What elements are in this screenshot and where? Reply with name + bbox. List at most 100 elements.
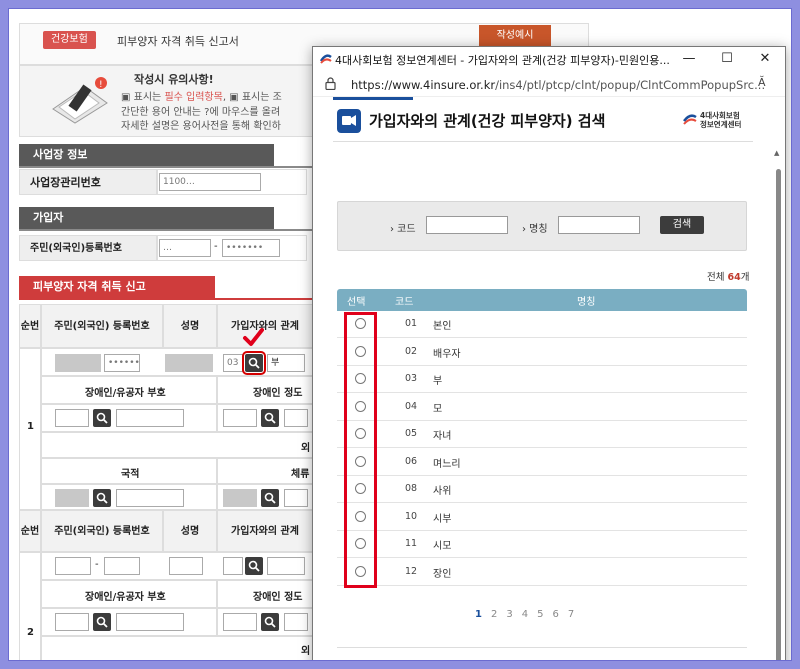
subscriber-section-title: 가입자 [19, 207, 274, 229]
search-icon [248, 560, 260, 572]
row1-relation-code-input[interactable]: 03 [223, 354, 243, 372]
page-link-3[interactable]: 3 [506, 609, 512, 620]
required-mark-icon: ▣ [121, 92, 131, 103]
close-window-button[interactable]: ✕ [755, 50, 775, 68]
code-search-label: › 코드 [390, 224, 416, 235]
relation-name: 부 [433, 376, 443, 387]
scroll-up-icon[interactable]: ▲ [774, 149, 779, 157]
list-item[interactable]: 01 본인 [337, 311, 747, 338]
list-item[interactable]: 12 장인 [337, 559, 747, 586]
list-item[interactable]: 02 배우자 [337, 339, 747, 366]
relation-code: 01 [404, 318, 418, 329]
stay-code-input[interactable] [223, 489, 257, 507]
row2-degree-search-button[interactable] [261, 613, 279, 631]
disability-code-input[interactable] [55, 409, 89, 427]
address-bar[interactable]: https://www.4insure.or.kr/ins4/ptl/ptcp/… [313, 71, 785, 97]
maximize-button[interactable]: ☐ [717, 50, 737, 68]
relation-name: 며느리 [433, 458, 461, 470]
logo-line-2: 정보연계센터 [700, 120, 742, 129]
list-item[interactable]: 11 시모 [337, 531, 747, 558]
code-column-header: 코드 [395, 297, 414, 308]
screenshot-frame: 건강보험 피부양자 자격 취득 신고서 작성예시 ! 작성시 유의사항! ▣ 표… [8, 8, 792, 661]
col-name-header: 성명 [163, 510, 217, 552]
row1-name-input[interactable] [165, 354, 213, 372]
row2-foreign-cell [41, 636, 313, 660]
relation-name: 자녀 [433, 431, 452, 442]
row1-relation-name-input[interactable]: 부 [267, 354, 305, 372]
lock-icon [325, 77, 336, 90]
code-search-input[interactable] [426, 216, 508, 234]
page-link-2[interactable]: 2 [491, 609, 497, 620]
scroll-thumb[interactable] [776, 169, 781, 660]
relation-search-button[interactable] [242, 351, 266, 375]
popup-heading: 가입자와의 관계(건강 피부양자) 검색 [369, 112, 606, 130]
disability-code-label: 장애인/유공자 부호 [85, 388, 166, 399]
relation-name: 시부 [433, 513, 452, 525]
col-name-header: 성명 [163, 304, 217, 348]
page-link-4[interactable]: 4 [522, 609, 528, 620]
list-item[interactable]: 05 자녀 [337, 421, 747, 448]
stay-search-button[interactable] [261, 489, 279, 507]
row1-id-front-input[interactable] [55, 354, 101, 372]
row2-relation-code-input[interactable] [223, 557, 243, 575]
row2-disability-search-button[interactable] [93, 613, 111, 631]
search-button[interactable]: 검색 [660, 216, 704, 234]
row1-foreign-cell [41, 432, 313, 458]
popup-titlebar[interactable]: 4대사회보험 정보연계센터 - 가입자와의 관계(건강 피부양자)-민원인용..… [313, 47, 785, 71]
notice-title: 작성시 유의사항! [134, 73, 214, 86]
list-item[interactable]: 08 사위 [337, 476, 747, 503]
popup-content: 가입자와의 관계(건강 피부양자) 검색 4대사회보험 정보연계센터 › 코드 … [313, 97, 785, 660]
notice-line-2: 간단한 용어 안내는 ?에 마우스를 올려 [121, 107, 281, 118]
list-item[interactable]: 10 시부 [337, 504, 747, 531]
read-aloud-icon[interactable]: Ă [758, 76, 766, 89]
name-search-label: › 명칭 [522, 224, 548, 235]
row1-id-back-input[interactable]: ••••••• [104, 354, 140, 372]
total-count-value: 64 [727, 272, 741, 283]
disability-search-button[interactable] [93, 409, 111, 427]
row2-relation-name-input[interactable] [267, 557, 305, 575]
col-relation-header: 가입자와의 관계 [217, 304, 313, 348]
degree-code-input[interactable] [223, 409, 257, 427]
example-button[interactable]: 작성예시 [479, 25, 551, 47]
scrollbar[interactable]: ▲ ▼ [773, 147, 783, 660]
row2-name-input[interactable] [169, 557, 203, 575]
notice-required-text: 필수 입력항목 [164, 92, 223, 103]
row2-degree-name-input[interactable] [284, 613, 308, 631]
relation-name: 시모 [433, 541, 452, 552]
row2-id-dash: - [95, 559, 99, 570]
row2-relation-search-button[interactable] [245, 557, 263, 575]
degree-search-button[interactable] [261, 409, 279, 427]
row2-disability-name-input[interactable] [116, 613, 184, 631]
page-link-5[interactable]: 5 [537, 609, 543, 620]
row2-disability-code-input[interactable] [55, 613, 89, 631]
list-header: 선택 코드 명칭 [337, 289, 747, 311]
relation-code: 03 [404, 373, 418, 384]
nationality-name-input[interactable] [116, 489, 184, 507]
page-link-6[interactable]: 6 [552, 609, 558, 620]
list-item[interactable]: 03 부 [337, 366, 747, 393]
page-link-7[interactable]: 7 [568, 609, 574, 620]
list-item[interactable]: 06 며느리 [337, 449, 747, 476]
workplace-number-label: 사업장관리번호 [19, 169, 157, 195]
row2-degree-code-input[interactable] [223, 613, 257, 631]
row2-id-back-input[interactable] [104, 557, 140, 575]
notice-text: 표시는 [133, 92, 162, 103]
nationality-code-input[interactable] [55, 489, 89, 507]
nationality-search-button[interactable] [93, 489, 111, 507]
url-text[interactable]: https://www.4insure.or.kr/ins4/ptl/ptcp/… [351, 78, 765, 92]
total-prefix: 전체 [707, 272, 725, 283]
stay-name-input[interactable] [284, 489, 308, 507]
relation-name: 장인 [433, 568, 452, 580]
list-item[interactable]: 04 모 [337, 394, 747, 421]
name-search-input[interactable] [558, 216, 640, 234]
relation-code: 04 [404, 400, 418, 412]
search-dialog-icon [337, 109, 361, 133]
disability-name-input[interactable] [116, 409, 184, 427]
degree-name-input[interactable] [284, 409, 308, 427]
row2-id-front-input[interactable] [55, 557, 91, 575]
page-link-1[interactable]: 1 [475, 609, 482, 620]
subscriber-id-front-input[interactable]: … [159, 239, 211, 257]
minimize-button[interactable]: — [679, 50, 699, 68]
subscriber-id-back-input[interactable]: ••••••• [222, 239, 280, 257]
workplace-number-input[interactable]: 1100… [159, 173, 261, 191]
